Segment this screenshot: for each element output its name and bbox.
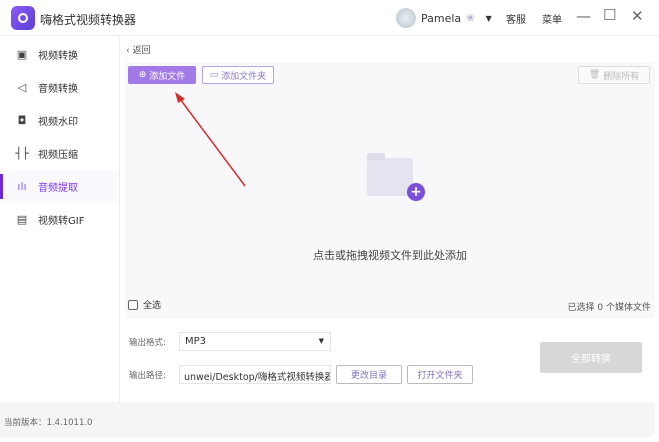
annotation-arrow bbox=[175, 92, 246, 187]
